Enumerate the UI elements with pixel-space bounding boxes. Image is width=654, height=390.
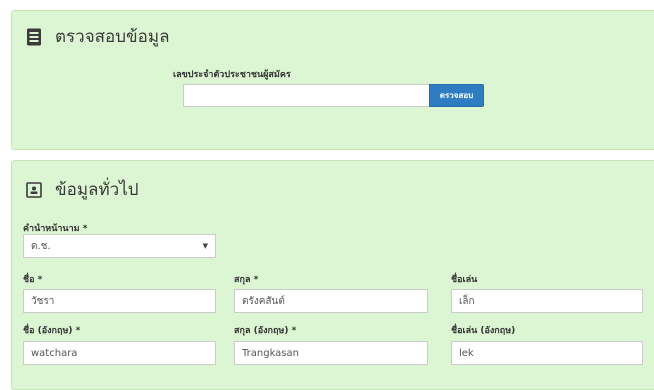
first-name-en-field[interactable]: watchara: [23, 341, 216, 365]
nickname-field[interactable]: เล็ก: [451, 289, 643, 313]
verify-title: ตรวจสอบข้อมูล: [55, 27, 170, 47]
nickname-label: ชื่อเล่น: [451, 275, 478, 285]
last-name-en-field[interactable]: Trangkasan: [234, 341, 428, 365]
general-info-panel: ข้อมูลทั่วไป คำนำหน้านาม * ด.ช. ▼ ชื่อ *…: [11, 160, 654, 390]
first-name-label: ชื่อ *: [23, 275, 43, 285]
check-button[interactable]: ตรวจสอบ: [429, 84, 484, 107]
title-prefix-label: คำนำหน้านาม *: [23, 224, 88, 234]
verify-panel: ตรวจสอบข้อมูล เลขประจำตัวประชาชนผู้สมัคร…: [11, 10, 654, 150]
last-name-en-label: สกุล (อังกฤษ) *: [234, 326, 297, 336]
address-book-icon: [23, 26, 45, 48]
general-header: ข้อมูลทั่วไป: [23, 176, 139, 203]
general-title: ข้อมูลทั่วไป: [55, 180, 139, 200]
caret-down-icon: ▼: [202, 242, 208, 250]
title-prefix-select[interactable]: ด.ช. ▼: [23, 234, 216, 258]
nickname-en-label: ชื่อเล่น (อังกฤษ): [451, 326, 516, 336]
nickname-en-field[interactable]: lek: [451, 341, 643, 365]
id-card-icon: [23, 179, 45, 201]
title-prefix-value: ด.ช.: [31, 240, 51, 252]
first-name-en-label: ชื่อ (อังกฤษ) *: [23, 326, 81, 336]
id-number-input[interactable]: [183, 84, 429, 107]
first-name-field[interactable]: วัชรา: [23, 289, 216, 313]
verify-header: ตรวจสอบข้อมูล: [23, 23, 170, 50]
last-name-field[interactable]: ตรังคสันต์: [234, 289, 428, 313]
id-number-label: เลขประจำตัวประชาชนผู้สมัคร: [173, 70, 291, 80]
last-name-label: สกุล *: [234, 275, 259, 285]
